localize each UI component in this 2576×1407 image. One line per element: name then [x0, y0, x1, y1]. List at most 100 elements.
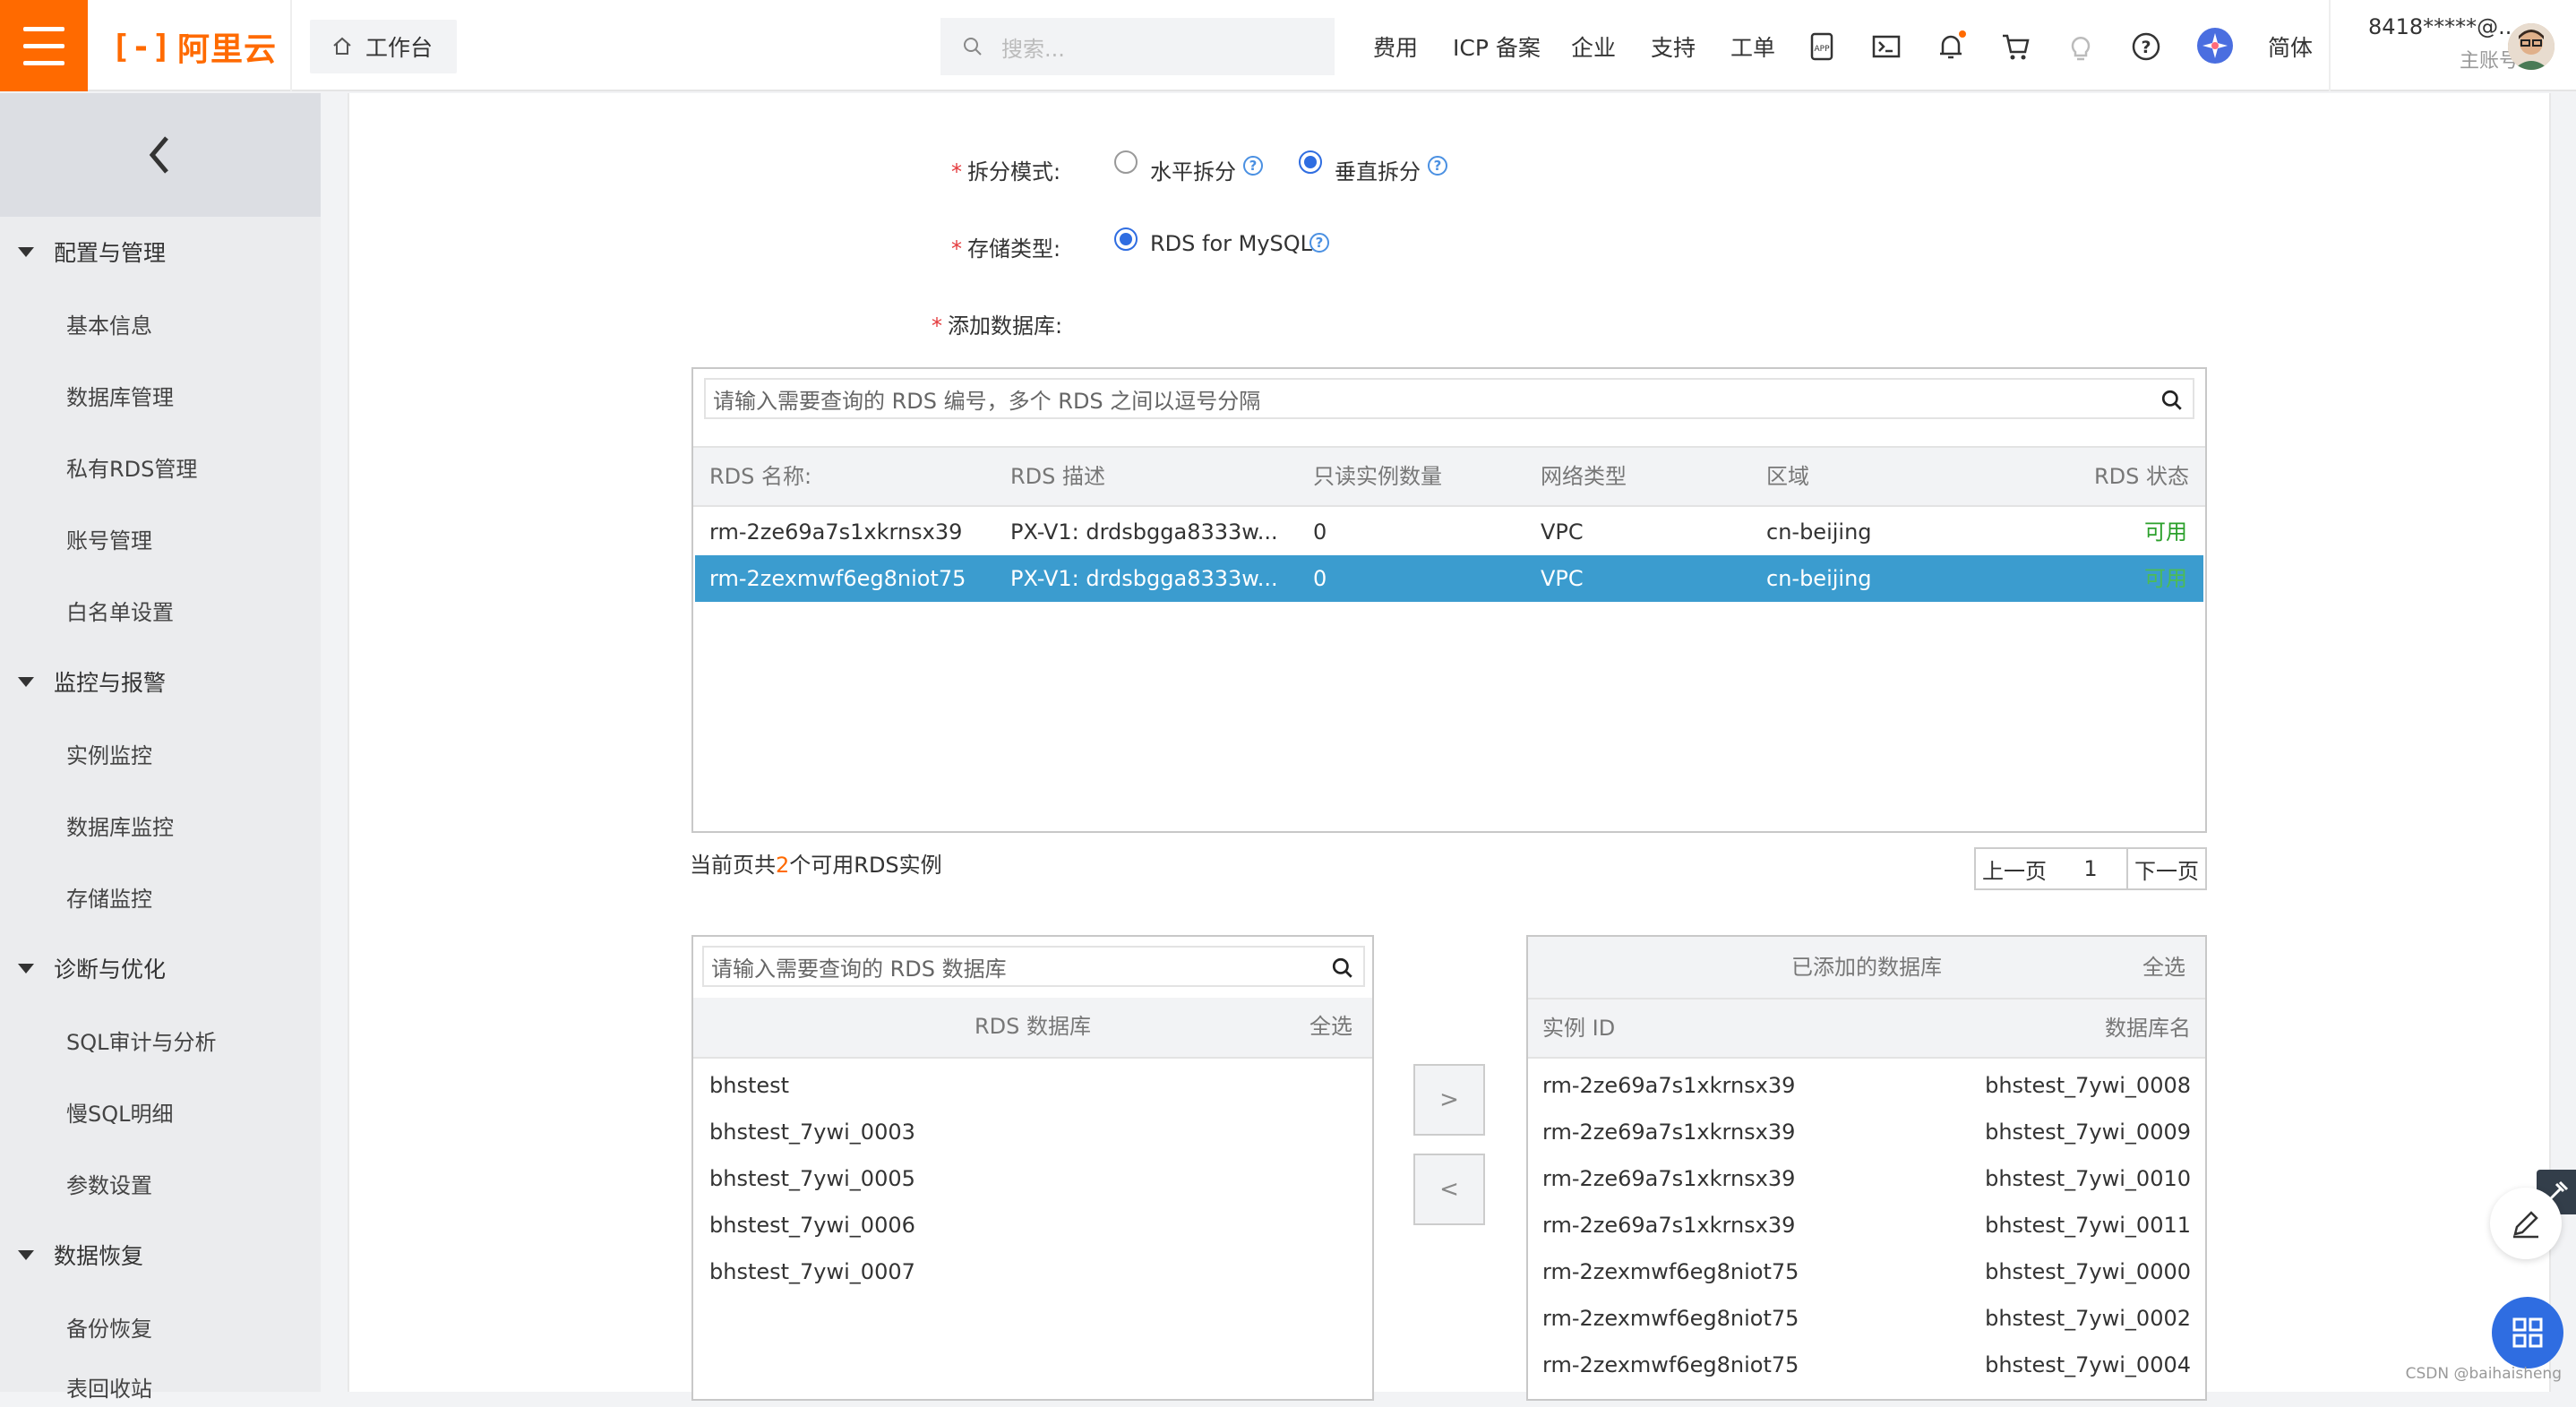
language-switch[interactable]: 简体 — [2268, 30, 2313, 63]
rds-count-text: 当前页共2个可用RDS实例 — [690, 853, 942, 878]
move-left-button[interactable]: < — [1413, 1154, 1485, 1225]
list-item[interactable]: bhstest_7ywi_0005 — [709, 1166, 915, 1191]
workbench-button[interactable]: 工作台 — [310, 20, 457, 73]
page-number-input[interactable]: 1 — [2053, 847, 2128, 890]
edit-float-button[interactable] — [2490, 1188, 2562, 1259]
sidebar-item-whitelist[interactable]: 白名单设置 — [0, 583, 321, 637]
caret-down-icon — [18, 963, 34, 974]
sidebar-item-basic-info[interactable]: 基本信息 — [0, 296, 321, 350]
search-icon[interactable] — [2160, 389, 2184, 412]
sidebar-group-label: 配置与管理 — [54, 240, 167, 266]
sidebar-item-sql-audit[interactable]: SQL审计与分析 — [0, 1013, 321, 1067]
rds-name-cell: rm-2zexmwf6eg8niot75 — [709, 566, 966, 591]
nav-link-enterprise[interactable]: 企业 — [1571, 30, 1616, 63]
search-icon[interactable] — [1331, 957, 1354, 980]
sidebar-group-diagnosis[interactable]: 诊断与优化 — [0, 941, 321, 995]
instance-id-cell: rm-2ze69a7s1xkrnsx39 — [1542, 1213, 1796, 1238]
sidebar-item-private-rds[interactable]: 私有RDS管理 — [0, 440, 321, 493]
account-type: 主账号 — [2459, 50, 2519, 73]
hamburger-menu-button[interactable] — [0, 0, 88, 91]
bell-icon[interactable] — [1935, 30, 1967, 63]
help-icon[interactable]: ? — [2130, 30, 2162, 63]
instance-id-cell: rm-2zexmwf6eg8niot75 — [1542, 1259, 1799, 1284]
nav-link-fees[interactable]: 费用 — [1373, 30, 1418, 63]
table-row[interactable]: rm-2ze69a7s1xkrnsx39 bhstest_7ywi_0009 — [1530, 1109, 2203, 1155]
radio-vertical-split[interactable] — [1299, 150, 1322, 174]
table-row[interactable]: rm-2ze69a7s1xkrnsx39 bhstest_7ywi_0008 — [1530, 1062, 2203, 1109]
apps-float-button[interactable] — [2492, 1297, 2563, 1368]
list-item[interactable]: bhstest_7ywi_0003 — [709, 1120, 915, 1145]
col-region: 区域 — [1766, 464, 1809, 489]
prev-page-button[interactable]: 上一页 — [1974, 847, 2055, 890]
radio-horizontal-label[interactable]: 水平拆分 — [1150, 154, 1236, 185]
svg-text:APP: APP — [1814, 45, 1830, 54]
sidebar-item-backup[interactable]: 备份恢复 — [0, 1300, 321, 1353]
sidebar-item-slow-sql[interactable]: 慢SQL明细 — [0, 1085, 321, 1138]
sidebar-group-recovery[interactable]: 数据恢复 — [0, 1228, 321, 1282]
col-db-name: 数据库名 — [2105, 1016, 2191, 1041]
watermark: CSDN @baihaisheng — [2405, 1365, 2562, 1383]
nav-link-support[interactable]: 支持 — [1651, 30, 1696, 63]
sidebar-group-monitoring[interactable]: 监控与报警 — [0, 655, 321, 708]
sidebar-item-instance-monitor[interactable]: 实例监控 — [0, 726, 321, 780]
col-instance-id: 实例 ID — [1542, 1016, 1616, 1041]
list-item[interactable]: bhstest — [709, 1073, 789, 1098]
sidebar-item-db-monitor[interactable]: 数据库监控 — [0, 798, 321, 852]
next-page-button[interactable]: 下一页 — [2126, 847, 2207, 890]
account-menu[interactable]: 8418*****@... 主账号 — [2348, 14, 2519, 73]
sidebar-item-params[interactable]: 参数设置 — [0, 1156, 321, 1210]
ai-assistant-icon[interactable] — [2196, 27, 2234, 64]
move-right-button[interactable]: > — [1413, 1064, 1485, 1136]
radio-rds-mysql[interactable] — [1114, 227, 1138, 251]
table-row[interactable]: rm-2ze69a7s1xkrnsx39 PX-V1: drdsbgga8333… — [695, 509, 2203, 555]
lightbulb-icon[interactable] — [2065, 30, 2097, 63]
network-type-cell: VPC — [1541, 566, 1584, 591]
db-name-cell: bhstest_7ywi_0004 — [1985, 1352, 2191, 1377]
added-db-select-all[interactable]: 全选 — [2142, 937, 2185, 998]
rds-table-header: RDS 名称: RDS 描述 只读实例数量 网络类型 区域 RDS 状态 — [693, 446, 2205, 507]
table-row[interactable]: rm-2zexmwf6eg8niot75 bhstest_7ywi_0002 — [1530, 1295, 2203, 1342]
sidebar-item-accounts[interactable]: 账号管理 — [0, 511, 321, 565]
db-name-cell: bhstest_7ywi_0009 — [1985, 1120, 2191, 1145]
rds-search-placeholder: 请输入需要查询的 RDS 编号，多个 RDS 之间以逗号分隔 — [713, 388, 1261, 414]
sidebar-group-config[interactable]: 配置与管理 — [0, 225, 321, 279]
cart-icon[interactable] — [2000, 30, 2032, 63]
radio-vertical-label[interactable]: 垂直拆分 — [1335, 154, 1421, 185]
sidebar-item-storage-monitor[interactable]: 存储监控 — [0, 870, 321, 923]
rds-search-input[interactable]: 请输入需要查询的 RDS 编号，多个 RDS 之间以逗号分隔 — [704, 378, 2194, 419]
table-row[interactable]: rm-2ze69a7s1xkrnsx39 bhstest_7ywi_0011 — [1530, 1202, 2203, 1248]
nav-link-ticket[interactable]: 工单 — [1730, 30, 1775, 63]
terminal-icon[interactable] — [1870, 30, 1902, 63]
global-search-input[interactable]: 搜索... — [940, 18, 1335, 75]
list-item[interactable]: bhstest_7ywi_0007 — [709, 1259, 915, 1284]
col-rds-name[interactable]: RDS 名称: — [709, 448, 811, 505]
table-row[interactable]: rm-2ze69a7s1xkrnsx39 bhstest_7ywi_0010 — [1530, 1155, 2203, 1202]
rds-db-title: RDS 数据库 — [974, 1014, 1092, 1039]
sidebar-item-db-management[interactable]: 数据库管理 — [0, 368, 321, 422]
table-row[interactable]: rm-2zexmwf6eg8niot75 bhstest_7ywi_0000 — [1530, 1248, 2203, 1295]
avatar[interactable] — [2508, 23, 2555, 70]
help-icon[interactable]: ? — [1243, 156, 1263, 176]
radio-rds-mysql-label[interactable]: RDS for MySQL — [1150, 231, 1312, 256]
instance-id-cell: rm-2ze69a7s1xkrnsx39 — [1542, 1166, 1796, 1191]
sidebar-item-recycle-bin[interactable]: 表回收站 — [0, 1371, 321, 1407]
rds-instance-table: 请输入需要查询的 RDS 编号，多个 RDS 之间以逗号分隔 RDS 名称: R… — [691, 367, 2207, 833]
app-icon[interactable]: APP — [1806, 30, 1838, 63]
sidebar-group-label: 诊断与优化 — [54, 957, 167, 982]
radio-horizontal-split[interactable] — [1114, 150, 1138, 174]
table-row-selected[interactable]: rm-2zexmwf6eg8niot75 PX-V1: drdsbgga8333… — [695, 555, 2203, 602]
nav-link-icp[interactable]: ICP 备案 — [1453, 30, 1541, 63]
rds-db-search-input[interactable]: 请输入需要查询的 RDS 数据库 — [702, 946, 1365, 987]
added-db-title-bar: 已添加的数据库 全选 — [1528, 937, 2205, 999]
logo-text: 阿里云 — [177, 31, 278, 68]
rds-db-select-all[interactable]: 全选 — [1309, 998, 1352, 1055]
aliyun-logo[interactable]: [-] 阿里云 — [111, 27, 277, 69]
sidebar-collapse-button[interactable] — [0, 93, 321, 217]
help-icon[interactable]: ? — [1309, 233, 1329, 253]
list-item[interactable]: bhstest_7ywi_0006 — [709, 1213, 915, 1238]
help-icon[interactable]: ? — [1428, 156, 1447, 176]
add-database-label: * 添加数据库: — [932, 313, 1063, 339]
table-row[interactable]: rm-2zexmwf6eg8niot75 bhstest_7ywi_0004 — [1530, 1342, 2203, 1388]
top-navbar: [-] 阿里云 工作台 搜索... 费用 ICP 备案 企业 支持 工单 APP… — [0, 0, 2576, 91]
rds-desc-cell: PX-V1: drdsbgga8333w... — [1010, 566, 1278, 591]
